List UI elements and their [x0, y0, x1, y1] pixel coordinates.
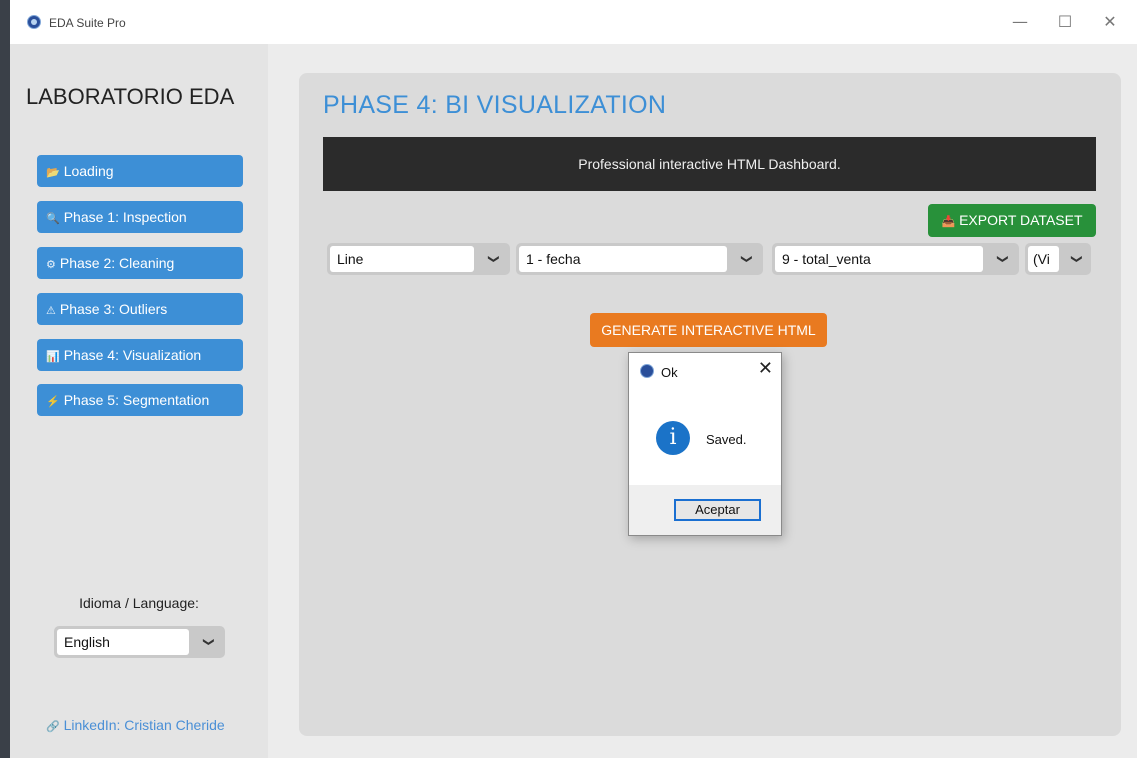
message-dialog: Ok ✕ i Saved. Aceptar	[628, 352, 782, 536]
generate-html-button[interactable]: GENERATE INTERACTIVE HTML	[590, 313, 827, 347]
window-titlebar: EDA Suite Pro — ☐ ✕	[10, 0, 1137, 44]
info-banner: Professional interactive HTML Dashboard.	[323, 137, 1096, 191]
page-title: PHASE 4: BI VISUALIZATION	[323, 91, 667, 119]
y-column-value: 9 - total_venta	[775, 246, 983, 272]
chevron-down-icon[interactable]: ❯	[193, 626, 225, 658]
nav-label: Phase 3: Outliers	[59, 301, 168, 317]
dialog-footer: Aceptar	[629, 485, 781, 535]
nav-inspection-button[interactable]: 🔍 Phase 1: Inspection	[37, 201, 243, 233]
search-icon: 🔍	[46, 213, 60, 225]
chart-icon: 📊	[46, 351, 60, 363]
nav-label: Phase 4: Visualization	[63, 347, 202, 363]
nav-segmentation-button[interactable]: ⚡ Phase 5: Segmentation	[37, 384, 243, 416]
link-icon: 🔗	[46, 721, 60, 733]
nav-loading-button[interactable]: 📂 Loading	[37, 155, 243, 187]
dialog-message: Saved.	[706, 432, 747, 447]
rocket-icon: ⚡	[46, 396, 60, 408]
info-icon: i	[656, 421, 690, 455]
accept-button[interactable]: Aceptar	[674, 499, 761, 521]
export-dataset-button[interactable]: 📥 EXPORT DATASET	[928, 204, 1096, 237]
brand-title: LABORATORIO EDA	[26, 84, 235, 109]
language-select-value: English	[57, 629, 189, 655]
close-button[interactable]: ✕	[1095, 10, 1125, 34]
desktop-edge	[0, 0, 10, 758]
app-logo-icon	[640, 364, 654, 378]
x-column-value: 1 - fecha	[519, 246, 727, 272]
folder-icon: 📂	[46, 167, 60, 179]
chevron-down-icon[interactable]: ❯	[1063, 243, 1091, 275]
maximize-button[interactable]: ☐	[1050, 10, 1080, 34]
nav-label: Phase 5: Segmentation	[63, 392, 210, 408]
nav-label: Phase 2: Cleaning	[59, 255, 175, 271]
dialog-title: Ok	[661, 365, 678, 380]
chevron-down-icon[interactable]: ❯	[731, 243, 763, 275]
app-logo-icon	[27, 15, 41, 29]
minimize-button[interactable]: —	[1005, 10, 1035, 34]
language-label: Idioma / Language:	[79, 595, 199, 611]
y-column-select[interactable]: 9 - total_venta ❯	[772, 243, 1019, 275]
warning-icon: ⚠	[46, 305, 56, 317]
nav-label: Phase 1: Inspection	[63, 209, 187, 225]
nav-outliers-button[interactable]: ⚠ Phase 3: Outliers	[37, 293, 243, 325]
dialog-close-button[interactable]: ✕	[758, 358, 773, 379]
chevron-down-icon[interactable]: ❯	[478, 243, 510, 275]
download-icon: 📥	[941, 216, 956, 228]
window-title: EDA Suite Pro	[49, 16, 126, 30]
extra-column-select[interactable]: (Vi ❯	[1025, 243, 1091, 275]
sidebar: LABORATORIO EDA 📂 Loading 🔍 Phase 1: Inspe…	[10, 44, 268, 758]
language-select[interactable]: English ❯	[54, 626, 225, 658]
extra-column-value: (Vi	[1028, 246, 1059, 272]
linkedin-link[interactable]: 🔗 LinkedIn: Cristian Cheride	[46, 717, 225, 733]
linkedin-text: LinkedIn: Cristian Cheride	[63, 717, 225, 733]
nav-visualization-button[interactable]: 📊 Phase 4: Visualization	[37, 339, 243, 371]
chart-type-value: Line	[330, 246, 474, 272]
nav-label: Loading	[63, 163, 114, 179]
gear-icon: ⚙	[46, 259, 56, 271]
export-label: EXPORT DATASET	[959, 212, 1083, 228]
nav-cleaning-button[interactable]: ⚙ Phase 2: Cleaning	[37, 247, 243, 279]
x-column-select[interactable]: 1 - fecha ❯	[516, 243, 763, 275]
chevron-down-icon[interactable]: ❯	[987, 243, 1019, 275]
chart-type-select[interactable]: Line ❯	[327, 243, 510, 275]
